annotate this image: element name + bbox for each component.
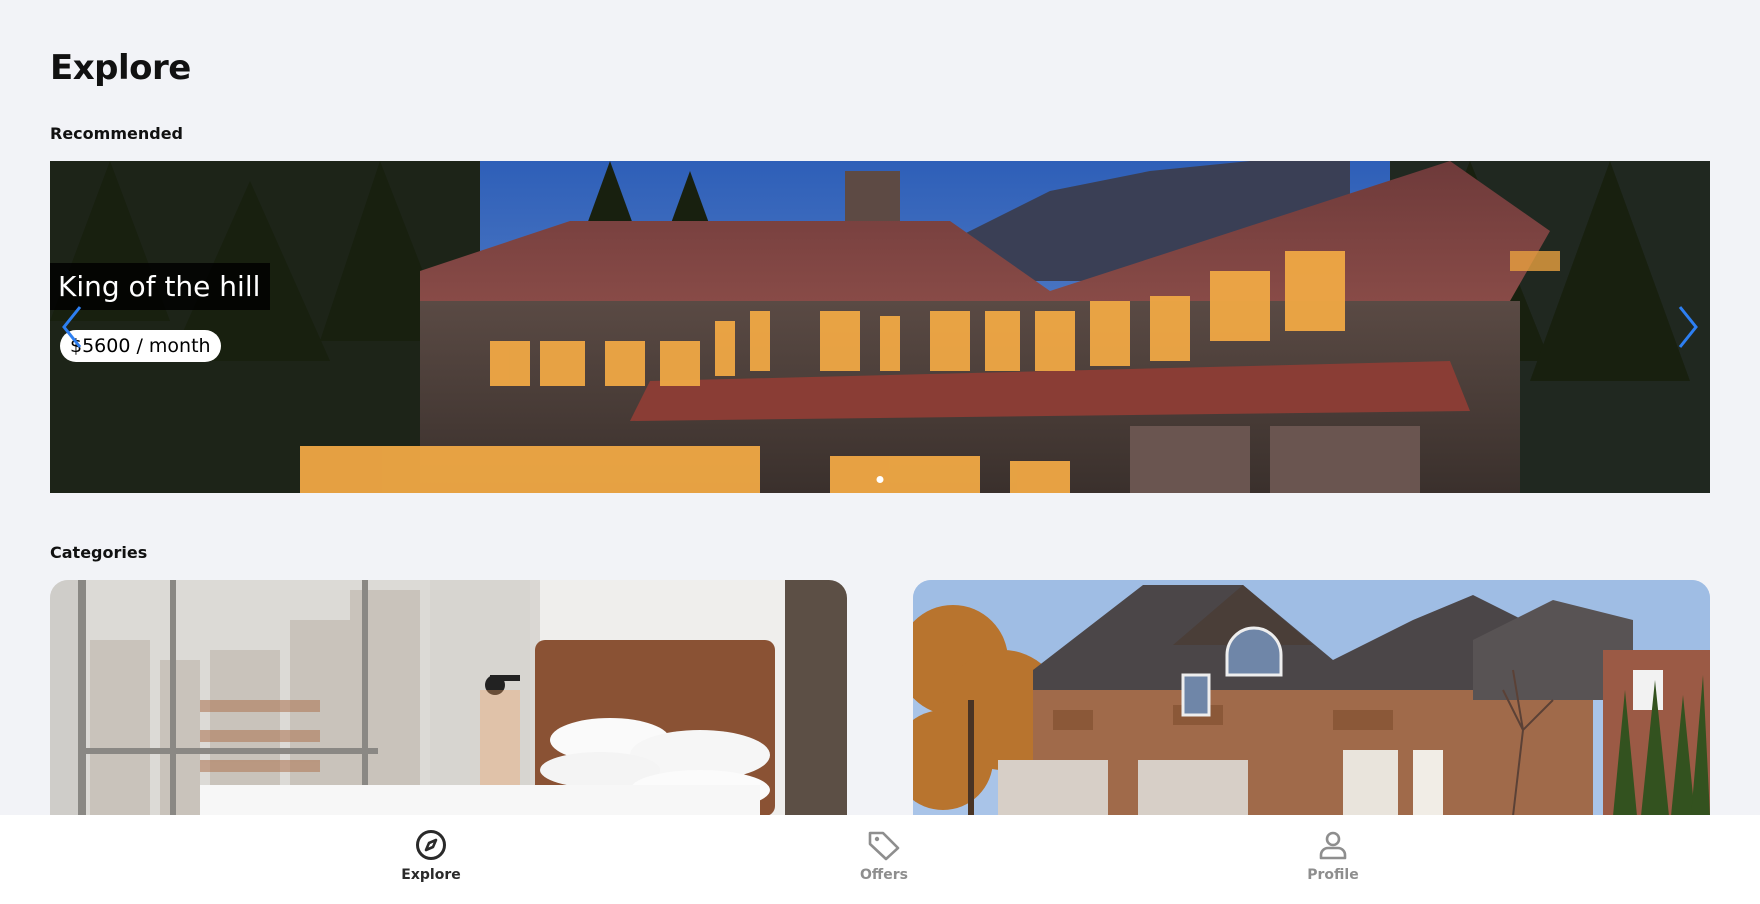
chevron-right-icon [1678,306,1698,348]
chevron-left-icon [62,306,82,348]
nav-tab-profile[interactable]: Profile [1278,829,1388,883]
category-card-house[interactable] [913,580,1710,816]
nav-label-explore: Explore [401,867,461,883]
carousel-dot-active[interactable] [876,476,884,483]
carousel-next-button[interactable] [1670,303,1706,351]
carousel-prev-button[interactable] [54,303,90,351]
recommended-heading: Recommended [50,124,183,143]
nav-label-offers: Offers [860,867,908,883]
recommended-carousel[interactable]: King of the hill $5600 / month [50,161,1710,493]
person-icon [1319,831,1347,860]
compass-icon [416,830,446,860]
categories-heading: Categories [50,543,148,562]
bottom-navigation: Explore Offers Profile [0,815,1760,904]
nav-tab-offers[interactable]: Offers [829,829,939,883]
nav-label-profile: Profile [1307,867,1359,883]
explore-page: Explore Recommended King of the hill $56… [0,0,1760,904]
nav-tab-explore[interactable]: Explore [376,829,486,883]
carousel-dots [876,476,884,483]
slide-image [50,161,1710,493]
category-card-bedroom[interactable] [50,580,847,816]
bedroom-image [50,580,847,816]
page-title: Explore [50,48,191,88]
house-image [913,580,1710,816]
tag-icon [868,831,900,861]
